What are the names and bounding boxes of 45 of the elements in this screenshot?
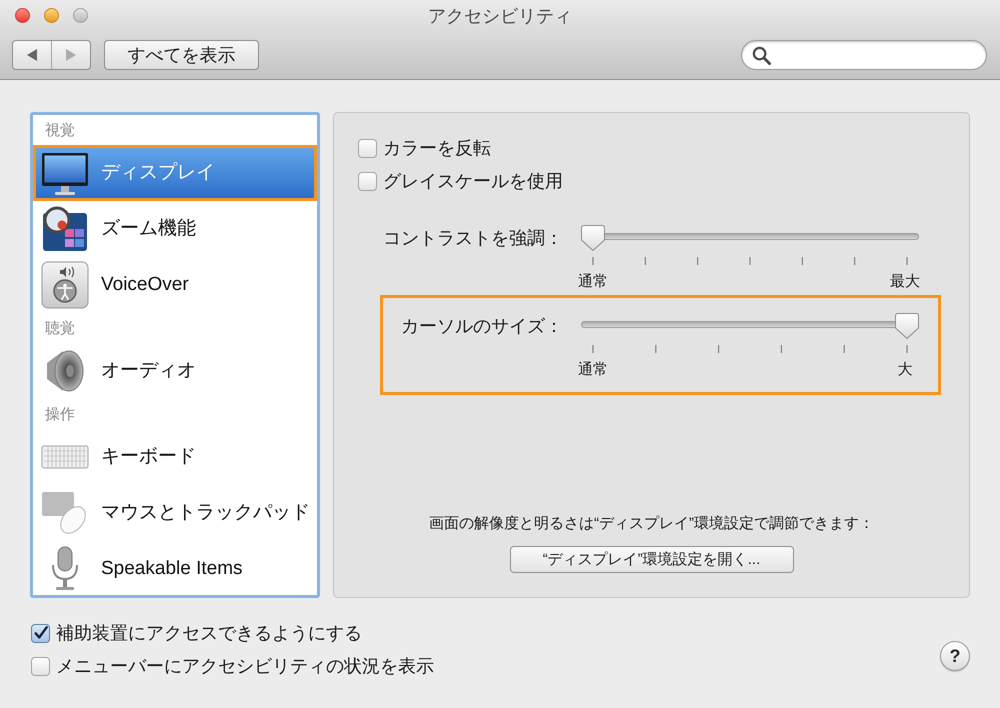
checkbox-label: グレイスケールを使用 bbox=[383, 170, 563, 192]
triangle-left-icon bbox=[27, 49, 37, 62]
show-all-button[interactable]: すべてを表示 bbox=[104, 40, 259, 70]
category-item[interactable]: ディスプレイ bbox=[33, 145, 317, 201]
zoom-button[interactable] bbox=[73, 8, 88, 24]
checkmark-icon bbox=[34, 626, 48, 640]
tick-marks-icon bbox=[592, 257, 908, 265]
checkbox[interactable] bbox=[358, 172, 377, 190]
category-item[interactable]: ズーム機能 bbox=[33, 201, 317, 257]
triangle-right-icon bbox=[66, 49, 76, 62]
slider-label: コントラストを強調： bbox=[383, 227, 563, 249]
slider-track[interactable] bbox=[581, 313, 919, 339]
category-item[interactable]: オーディオ bbox=[33, 343, 317, 399]
accessibility-figure-icon bbox=[41, 261, 89, 309]
slider-thumb[interactable] bbox=[581, 225, 605, 251]
category-item[interactable]: Speakable Items bbox=[33, 541, 317, 595]
checkbox-label: カラーを反転 bbox=[383, 137, 491, 159]
checkbox-label: 補助装置にアクセスできるようにする bbox=[56, 622, 362, 644]
category-heading: 聴覚 bbox=[45, 320, 75, 338]
category-item[interactable]: マウスとトラックパッド bbox=[33, 485, 317, 541]
slider-label: カーソルのサイズ： bbox=[401, 315, 563, 337]
category-heading: 操作 bbox=[45, 406, 75, 424]
category-item[interactable]: キーボード bbox=[33, 429, 317, 485]
window-title: アクセシビリティ bbox=[428, 4, 572, 27]
search-field[interactable] bbox=[741, 40, 987, 70]
info-text: 画面の解像度と明るさは“ディスプレイ”環境設定で調節できます： bbox=[429, 514, 874, 534]
search-icon bbox=[752, 46, 771, 65]
slider-thumb[interactable] bbox=[895, 313, 919, 339]
slider-min-label: 通常 bbox=[577, 360, 609, 380]
category-heading: 視覚 bbox=[45, 122, 75, 140]
checkbox[interactable] bbox=[31, 656, 50, 676]
tick-marks-icon bbox=[592, 345, 908, 353]
category-item[interactable]: VoiceOver bbox=[33, 257, 317, 313]
checkbox[interactable] bbox=[358, 138, 377, 158]
checkbox-label: メニューバーにアクセシビリティの状況を表示 bbox=[56, 655, 434, 677]
help-button[interactable]: ? bbox=[940, 641, 970, 671]
slider-track[interactable] bbox=[581, 225, 919, 251]
close-button[interactable] bbox=[15, 8, 30, 24]
slider-min-label: 通常 bbox=[577, 272, 609, 292]
open-display-preferences-button[interactable]: “ディスプレイ”環境設定を開く... bbox=[510, 546, 794, 573]
slider-max-label: 大 bbox=[896, 360, 914, 380]
magnifier-screen-icon bbox=[41, 205, 89, 253]
slider-max-label: 最大 bbox=[889, 272, 921, 292]
minimize-button[interactable] bbox=[44, 8, 59, 24]
checkbox[interactable] bbox=[31, 624, 50, 642]
